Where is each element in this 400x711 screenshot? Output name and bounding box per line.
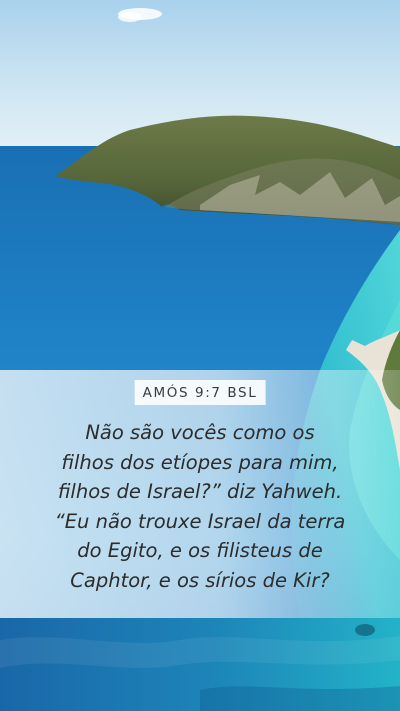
verse-line: filhos dos etíopes para mim, [61, 450, 339, 474]
verse-text: Não são vocês como os filhos dos etíopes… [18, 418, 382, 595]
verse-reference: AMÓS 9:7 BSL [134, 380, 266, 405]
verse-line: “Eu não trouxe Israel da terra [54, 509, 346, 533]
verse-line: filhos de Israel?” diz Yahweh. [57, 480, 343, 503]
verse-line: do Egito, e os filisteus de [77, 539, 323, 562]
verse-line: Não são vocês como os [85, 421, 315, 444]
verse-wallpaper: AMÓS 9:7 BSL Não são vocês como os filho… [0, 0, 400, 711]
verse-overlay: AMÓS 9:7 BSL Não são vocês como os filho… [0, 370, 400, 618]
verse-line: Caphtor, e os sírios de Kir? [70, 568, 330, 592]
